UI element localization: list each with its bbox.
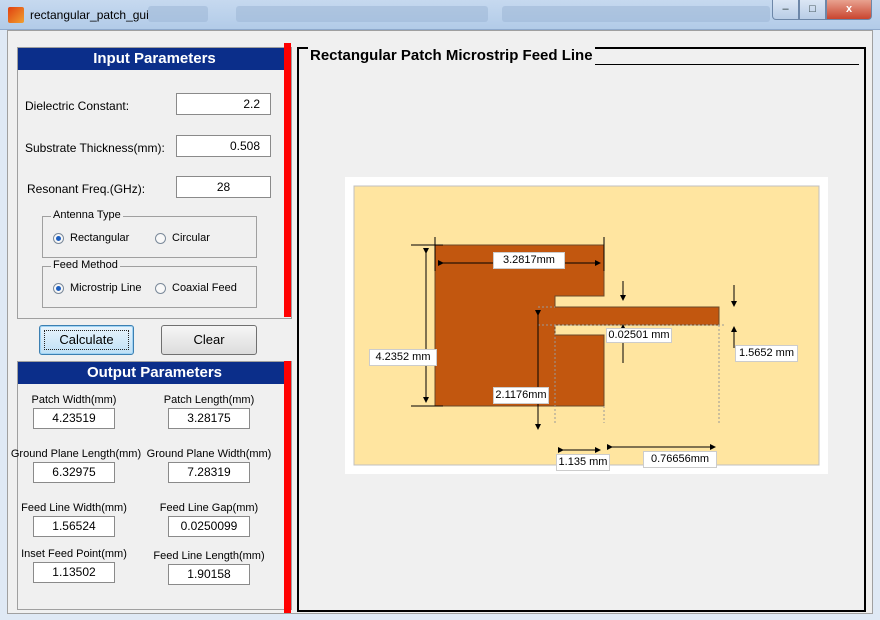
close-button[interactable]: x	[826, 0, 872, 20]
radio-rectangular[interactable]: Rectangular	[53, 232, 129, 244]
thickness-input[interactable]: 0.508	[176, 135, 271, 157]
feed-line-length-value: 1.90158	[168, 564, 250, 585]
feed-line-gap-label: Feed Line Gap(mm)	[159, 502, 259, 514]
patch-length-value: 3.28175	[168, 408, 250, 429]
patch-width-label: Patch Width(mm)	[31, 394, 117, 406]
clear-button[interactable]: Clear	[161, 325, 257, 355]
output-parameters-panel: Output Parameters Patch Width(mm) 4.2351…	[11, 361, 292, 610]
red-separator-top	[284, 43, 291, 317]
feed-method-title: Feed Method	[51, 259, 120, 271]
antenna-type-group: Antenna Type Rectangular Circular	[42, 209, 257, 258]
feed-line-length-label: Feed Line Length(mm)	[153, 550, 265, 562]
patch-length-label: Patch Length(mm)	[163, 394, 255, 406]
window-title: rectangular_patch_gui	[30, 8, 149, 22]
dim-inset-point: 1.135 mm	[556, 454, 610, 471]
inset-feed-point-label: Inset Feed Point(mm)	[21, 548, 127, 560]
radio-coaxial-feed[interactable]: Coaxial Feed	[155, 282, 237, 294]
feed-method-group: Feed Method Microstrip Line Coaxial Feed	[42, 259, 257, 308]
feed-line-gap-value: 0.0250099	[168, 516, 250, 537]
figure-client-area: Input Parameters Dielectric Constant: 2.…	[7, 30, 873, 614]
input-parameters-panel: Input Parameters Dielectric Constant: 2.…	[17, 47, 292, 319]
maximize-button[interactable]: □	[799, 0, 826, 20]
blurred-title-region	[148, 6, 208, 22]
focus-rectangle	[44, 330, 129, 350]
plot-panel-title: Rectangular Patch Microstrip Feed Line	[308, 47, 595, 65]
dim-inset-depth: 2.1176mm	[493, 387, 549, 404]
matlab-icon	[8, 7, 24, 23]
minimize-button[interactable]: –	[772, 0, 799, 20]
ground-plane-width-label: Ground Plane Width(mm)	[146, 448, 272, 460]
dim-patch-length: 3.2817mm	[493, 252, 565, 269]
patch-antenna-diagram	[345, 177, 828, 474]
feed-line-width-label: Feed Line Width(mm)	[21, 502, 127, 514]
radio-unselected-icon	[155, 232, 166, 244]
ground-plane-length-value: 6.32975	[33, 462, 115, 483]
dim-feed-width: 1.5652 mm	[735, 345, 798, 362]
blurred-title-region	[502, 6, 770, 22]
radio-selected-icon	[53, 232, 64, 244]
thickness-label: Substrate Thickness(mm):	[25, 141, 165, 155]
ground-plane-length-label: Ground Plane Length(mm)	[10, 448, 142, 460]
frequency-input[interactable]: 28	[176, 176, 271, 198]
radio-unselected-icon	[155, 282, 166, 294]
dim-patch-width: 4.2352 mm	[369, 349, 437, 366]
output-panel-title: Output Parameters	[18, 362, 291, 384]
dim-feed-gap: 0.02501 mm	[606, 328, 672, 343]
feed-line-width-value: 1.56524	[33, 516, 115, 537]
radio-selected-icon	[53, 282, 64, 294]
red-separator-bottom	[284, 361, 291, 613]
radio-circular[interactable]: Circular	[155, 232, 210, 244]
dielectric-input[interactable]: 2.2	[176, 93, 271, 115]
ground-plane-width-value: 7.28319	[168, 462, 250, 483]
blurred-title-region	[236, 6, 488, 22]
calculate-button[interactable]: Calculate	[39, 325, 134, 355]
input-panel-title: Input Parameters	[18, 48, 291, 70]
antenna-type-title: Antenna Type	[51, 209, 123, 221]
title-bar: rectangular_patch_gui – □ x	[0, 0, 880, 30]
frequency-label: Resonant Freq.(GHz):	[27, 182, 146, 196]
inset-feed-point-value: 1.13502	[33, 562, 115, 583]
dim-feed-length: 0.76656mm	[643, 451, 717, 468]
radio-microstrip-line[interactable]: Microstrip Line	[53, 282, 142, 294]
dielectric-label: Dielectric Constant:	[25, 99, 130, 113]
patch-width-value: 4.23519	[33, 408, 115, 429]
